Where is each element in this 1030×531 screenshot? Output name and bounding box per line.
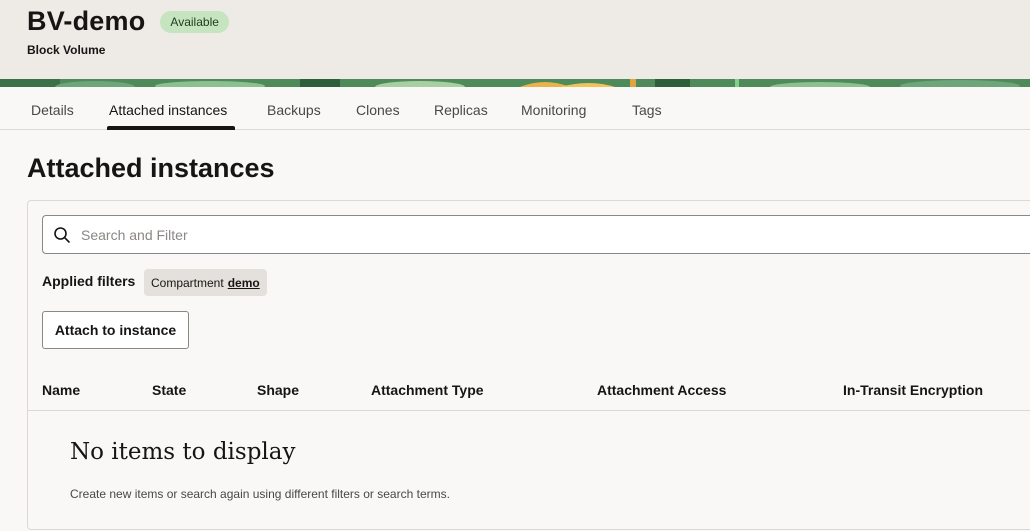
column-header-shape[interactable]: Shape <box>257 382 299 398</box>
tab-attached-instances[interactable]: Attached instances <box>109 102 227 118</box>
filter-chip-key: Compartment <box>151 275 224 290</box>
tab-details[interactable]: Details <box>31 102 74 118</box>
table-header: Name State Shape Attachment Type Attachm… <box>28 371 1030 411</box>
page-title: BV-demo <box>27 6 146 36</box>
column-header-attachment-type[interactable]: Attachment Type <box>371 382 484 398</box>
search-input[interactable] <box>81 216 981 253</box>
column-header-attachment-access[interactable]: Attachment Access <box>597 382 726 398</box>
column-header-name[interactable]: Name <box>42 382 80 398</box>
tab-replicas[interactable]: Replicas <box>434 102 488 118</box>
tab-backups[interactable]: Backups <box>267 102 321 118</box>
section-title: Attached instances <box>27 153 275 183</box>
attach-to-instance-button[interactable]: Attach to instance <box>42 311 189 349</box>
page-header: BV-demo Available Block Volume <box>0 0 1030 87</box>
tab-clones[interactable]: Clones <box>356 102 400 118</box>
tab-tags[interactable]: Tags <box>632 102 662 118</box>
active-tab-indicator <box>107 126 235 130</box>
compartment-filter-chip[interactable]: Compartment demo <box>144 269 267 296</box>
tab-bar: Details Attached instances Backups Clone… <box>0 87 1030 130</box>
resource-type-label: Block Volume <box>27 43 106 57</box>
search-icon <box>54 227 70 243</box>
decorative-banner <box>0 79 1030 87</box>
column-header-in-transit-encryption[interactable]: In-Transit Encryption <box>843 382 983 398</box>
status-badge: Available <box>160 10 229 33</box>
empty-state-description: Create new items or search again using d… <box>70 487 450 501</box>
attached-instances-panel: Applied filters Compartment demo Attach … <box>27 200 1030 530</box>
tab-monitoring[interactable]: Monitoring <box>521 102 586 118</box>
empty-state-title: No items to display <box>70 439 296 465</box>
search-field[interactable] <box>42 215 1030 254</box>
applied-filters-label: Applied filters <box>42 273 136 289</box>
column-header-state[interactable]: State <box>152 382 186 398</box>
title-row: BV-demo Available <box>27 6 229 37</box>
filter-chip-value[interactable]: demo <box>228 276 260 290</box>
